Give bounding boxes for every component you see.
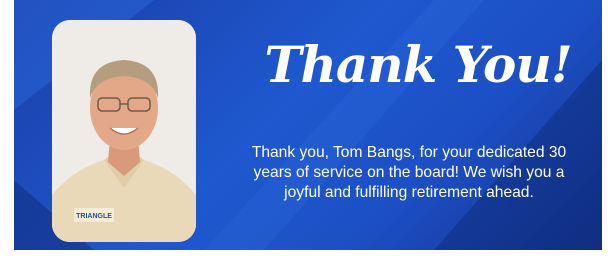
- message-line: years of service on the board! We wish y…: [253, 164, 565, 181]
- retirement-message: Thank you, Tom Bangs, for your dedicated…: [224, 143, 594, 203]
- thank-you-banner: TRIANGLE Thank You! Thank you, Tom Bangs…: [14, 0, 602, 250]
- thank-you-headline: Thank You!: [264, 35, 572, 94]
- headline-text: Thank You!: [264, 35, 571, 94]
- portrait-photo: TRIANGLE: [52, 20, 196, 242]
- message-line: joyful and fulfilling retirement ahead.: [284, 184, 534, 201]
- shirt-logo: TRIANGLE: [76, 213, 112, 220]
- message-line: Thank you, Tom Bangs, for your dedicated…: [251, 144, 567, 161]
